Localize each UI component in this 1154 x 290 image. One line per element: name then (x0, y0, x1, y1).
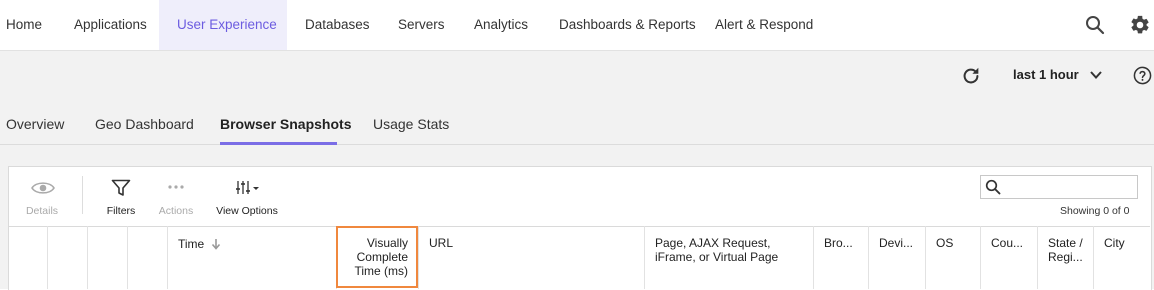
details-button[interactable]: Details (20, 178, 64, 226)
column-label-time: Time (178, 237, 205, 251)
time-range-label[interactable]: last 1 hour (1013, 67, 1079, 82)
column-header-page-type[interactable]: Page, AJAX Request, iFrame, or Virtual P… (644, 226, 813, 289)
search-icon[interactable] (1084, 14, 1106, 36)
column-header-blank-1[interactable] (47, 226, 87, 289)
column-header-state-region[interactable]: State / Regi... (1037, 226, 1093, 289)
filters-label: Filters (106, 205, 136, 217)
filter-icon (111, 179, 131, 196)
tab-divider (0, 144, 1154, 145)
column-header-select[interactable] (8, 226, 47, 289)
sliders-icon (236, 181, 259, 194)
column-label-url: URL (429, 236, 454, 250)
column-header-url[interactable]: URL (418, 226, 644, 289)
tab-browser-snapshots[interactable]: Browser Snapshots (220, 116, 351, 132)
column-header-blank-3[interactable] (127, 226, 167, 289)
gear-icon[interactable] (1129, 14, 1151, 36)
nav-user-experience[interactable]: User Experience (159, 0, 287, 50)
nav-databases[interactable]: Databases (305, 0, 370, 50)
top-navigation: Home Applications User Experience Databa… (0, 0, 1154, 51)
column-label-state-region: State / Regi... (1048, 236, 1083, 264)
tab-usage-stats[interactable]: Usage Stats (373, 116, 449, 132)
nav-alert-respond[interactable]: Alert & Respond (715, 0, 813, 50)
results-count: Showing 0 of 0 (1060, 205, 1130, 217)
column-label-device: Devi... (879, 236, 914, 250)
view-options-label: View Options (216, 205, 278, 217)
column-header-country[interactable]: Cou... (980, 226, 1037, 289)
help-icon[interactable] (1133, 66, 1152, 85)
highlight-box (336, 226, 418, 288)
column-header-time[interactable]: Time (167, 226, 336, 289)
eye-icon (31, 182, 55, 194)
column-header-blank-2[interactable] (87, 226, 127, 289)
search-icon (985, 179, 1001, 195)
details-label: Details (25, 205, 59, 217)
toolbar-divider (82, 176, 83, 214)
tab-geo-dashboard[interactable]: Geo Dashboard (95, 116, 194, 132)
nav-home[interactable]: Home (6, 0, 42, 50)
filters-button[interactable]: Filters (100, 178, 142, 226)
nav-applications[interactable]: Applications (74, 0, 147, 50)
column-header-device[interactable]: Devi... (868, 226, 925, 289)
nav-dashboards-reports[interactable]: Dashboards & Reports (559, 0, 696, 50)
search-input[interactable] (980, 175, 1138, 199)
column-label-browser: Bro... (824, 236, 853, 250)
column-header-os[interactable]: OS (925, 226, 980, 289)
column-header-browser[interactable]: Bro... (813, 226, 868, 289)
column-label-country: Cou... (991, 236, 1024, 250)
column-label-page-type: Page, AJAX Request, iFrame, or Virtual P… (655, 236, 779, 264)
chevron-down-icon[interactable] (1089, 69, 1103, 81)
nav-servers[interactable]: Servers (398, 0, 445, 50)
actions-label: Actions (158, 205, 194, 217)
column-label-city: City (1104, 236, 1125, 250)
actions-button[interactable]: Actions (154, 178, 198, 226)
tab-overview[interactable]: Overview (6, 116, 64, 132)
active-tab-indicator (220, 142, 337, 145)
refresh-icon[interactable] (960, 65, 982, 87)
view-options-button[interactable]: View Options (212, 178, 282, 226)
nav-analytics[interactable]: Analytics (474, 0, 528, 50)
sort-down-icon[interactable] (211, 238, 221, 250)
column-header-city[interactable]: City (1093, 226, 1150, 289)
more-dots-icon (168, 185, 184, 189)
column-label-os: OS (936, 236, 954, 250)
